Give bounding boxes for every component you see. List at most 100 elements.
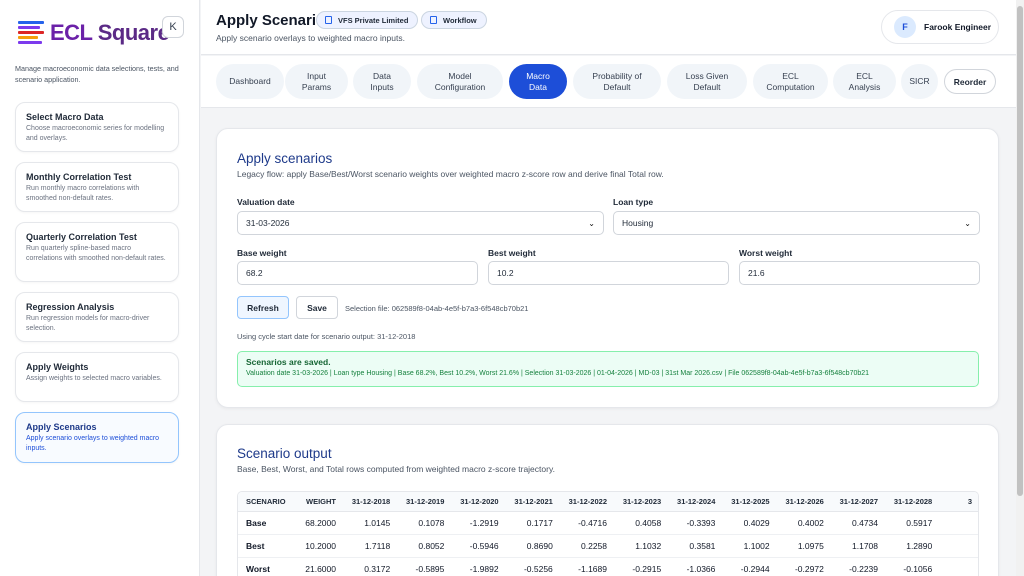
sidebar-item-select-macro-data[interactable]: Select Macro Data Choose macroeconomic s…: [15, 102, 179, 152]
chevron-down-icon: ⌄: [588, 218, 595, 228]
loan-type-select[interactable]: Housing ⌄: [613, 211, 980, 235]
tab-ecl-computation[interactable]: ECL Computation: [753, 64, 828, 99]
company-chip-label: VFS Private Limited: [338, 15, 409, 25]
table-cell: 0.4029: [721, 511, 776, 535]
collapse-sidebar-button[interactable]: K: [162, 16, 184, 38]
table-row: Worst 21.6000 0.3172 -0.5895 -1.9892 -0.…: [238, 557, 978, 576]
table-cell: -1.0366: [667, 557, 722, 576]
col-header: SCENARIO: [238, 492, 292, 512]
table-cell: 1.0145: [341, 511, 397, 535]
table-cell: 1.1708: [829, 534, 885, 558]
sidebar-item-desc: Apply scenario overlays to weighted macr…: [26, 435, 160, 452]
tab-probability-of-default[interactable]: Probability of Default: [573, 64, 661, 99]
worst-weight-input[interactable]: [739, 261, 980, 285]
sidebar-item-title: Select Macro Data: [26, 112, 104, 122]
valuation-date-select[interactable]: 31-03-2026 ⌄: [237, 211, 604, 235]
base-weight-input[interactable]: [237, 261, 478, 285]
workflow-chip[interactable]: Workflow: [421, 11, 487, 29]
sidebar-item-desc: Choose macroeconomic series for modellin…: [26, 125, 165, 142]
sidebar-item-desc: Assign weights to selected macro variabl…: [26, 375, 162, 382]
table-cell: 0.4734: [829, 511, 885, 535]
tab-loss-given-default[interactable]: Loss Given Default: [667, 64, 747, 99]
apply-scenarios-title: Apply scenarios: [237, 151, 333, 166]
scenario-output-table-scroll[interactable]: SCENARIO WEIGHT 31-12-2018 31-12-2019 31…: [237, 491, 979, 576]
scenario-output-subtitle: Base, Best, Worst, and Total rows comput…: [237, 464, 555, 474]
col-header: 31-12-2022: [558, 492, 613, 512]
table-cell: 1.1002: [721, 534, 776, 558]
table-cell: 0.3581: [667, 534, 722, 558]
tab-input-params[interactable]: Input Params: [285, 64, 348, 99]
col-header: 31-12-2023: [613, 492, 668, 512]
col-header: 31-12-2027: [829, 492, 885, 512]
user-name: Farook Engineer: [924, 22, 992, 32]
user-menu[interactable]: F Farook Engineer: [881, 10, 999, 44]
scenario-output-card: Scenario output Base, Best, Worst, and T…: [216, 424, 999, 576]
best-weight-label: Best weight: [488, 248, 536, 258]
loan-type-label: Loan type: [613, 197, 654, 207]
table-cell: 1.7118: [341, 534, 397, 558]
table-cell: -0.5895: [396, 557, 451, 576]
table-cell: -0.2915: [613, 557, 668, 576]
table-cell: [938, 534, 978, 558]
tab-model-configuration[interactable]: Model Configuration: [417, 64, 503, 99]
page-scrollbar-thumb[interactable]: [1017, 6, 1023, 496]
col-header: 31-12-2021: [504, 492, 559, 512]
sidebar-item-title: Monthly Correlation Test: [26, 172, 132, 182]
refresh-button[interactable]: Refresh: [237, 296, 289, 319]
sidebar-item-desc: Run monthly macro correlations with smoo…: [26, 185, 140, 202]
col-header: 31-12-2026: [775, 492, 830, 512]
sidebar-item-title: Regression Analysis: [26, 302, 115, 312]
table-cell: 0.1717: [504, 511, 559, 535]
sidebar-item-apply-weights[interactable]: Apply Weights Assign weights to selected…: [15, 352, 179, 402]
best-weight-input[interactable]: [488, 261, 729, 285]
sidebar-item-regression-analysis[interactable]: Regression Analysis Run regression model…: [15, 292, 179, 342]
selection-file-text: Selection file: 062589f8-04ab-4e5f-b7a3-…: [345, 304, 529, 313]
table-cell: 0.4002: [775, 511, 830, 535]
page-subtitle: Apply scenario overlays to weighted macr…: [216, 33, 405, 43]
reorder-button[interactable]: Reorder: [944, 69, 996, 94]
table-cell: [938, 557, 978, 576]
table-cell: -0.5946: [450, 534, 505, 558]
table-cell: -0.2972: [775, 557, 830, 576]
valuation-date-value: 31-03-2026: [246, 218, 290, 228]
tab-ecl-analysis[interactable]: ECL Analysis: [833, 64, 896, 99]
tab-macro-data[interactable]: Macro Data: [509, 64, 567, 99]
tab-dashboard[interactable]: Dashboard: [216, 64, 284, 99]
table-cell: Base: [238, 511, 292, 535]
app-logo[interactable]: ECL Square: [18, 20, 170, 46]
company-chip[interactable]: VFS Private Limited: [316, 11, 419, 29]
sidebar-item-desc: Run regression models for macro-driver s…: [26, 315, 150, 332]
workflow-chip-label: Workflow: [443, 15, 477, 25]
tab-data-inputs[interactable]: Data Inputs: [353, 64, 411, 99]
table-cell: 0.5917: [884, 511, 939, 535]
sidebar-item-title: Quarterly Correlation Test: [26, 232, 137, 242]
table-cell: [938, 511, 978, 535]
logo-bars-icon: [18, 21, 46, 45]
col-header: 31-12-2028: [884, 492, 939, 512]
document-icon: [430, 16, 437, 24]
table-cell: 1.1032: [613, 534, 668, 558]
col-header: 3: [938, 492, 978, 512]
sidebar-item-monthly-correlation[interactable]: Monthly Correlation Test Run monthly mac…: [15, 162, 179, 212]
table-header-row: SCENARIO WEIGHT 31-12-2018 31-12-2019 31…: [238, 492, 978, 512]
sidebar-item-quarterly-correlation[interactable]: Quarterly Correlation Test Run quarterly…: [15, 222, 179, 282]
apply-scenarios-card: Apply scenarios Legacy flow: apply Base/…: [216, 128, 999, 408]
scenario-output-table: SCENARIO WEIGHT 31-12-2018 31-12-2019 31…: [238, 492, 978, 576]
table-cell: 0.4058: [613, 511, 668, 535]
loan-type-value: Housing: [622, 218, 654, 228]
table-cell: -0.2944: [721, 557, 776, 576]
app-name-ecl: ECL: [50, 20, 93, 45]
document-icon: [325, 16, 332, 24]
table-cell: Worst: [238, 557, 292, 576]
table-cell: 1.0975: [775, 534, 830, 558]
save-button[interactable]: Save: [296, 296, 338, 319]
scenario-output-title: Scenario output: [237, 446, 332, 461]
table-cell: -1.2919: [450, 511, 505, 535]
page-scrollbar[interactable]: [1016, 0, 1024, 576]
table-cell: 0.1078: [396, 511, 451, 535]
sidebar-item-apply-scenarios[interactable]: Apply Scenarios Apply scenario overlays …: [15, 412, 179, 463]
table-cell: -0.5256: [504, 557, 559, 576]
tab-sicr[interactable]: SICR: [901, 64, 938, 99]
table-row: Base 68.2000 1.0145 0.1078 -1.2919 0.171…: [238, 511, 978, 535]
table-cell: -1.9892: [450, 557, 505, 576]
